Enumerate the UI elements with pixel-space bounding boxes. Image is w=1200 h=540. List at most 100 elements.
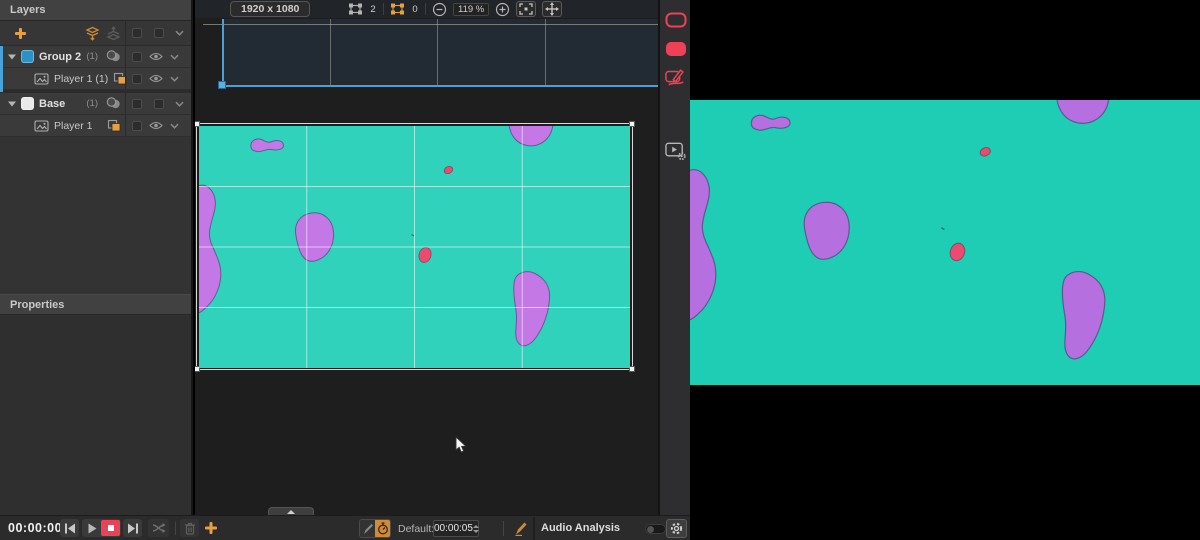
image-icon	[34, 73, 49, 85]
transport-bar: 00:00:00	[0, 515, 690, 540]
timecode: 00:00:00	[8, 521, 62, 535]
stop-button[interactable]	[101, 520, 120, 536]
properties-panel-header: Properties	[0, 294, 191, 315]
pen-mode-button[interactable]	[360, 520, 375, 537]
image-icon	[34, 120, 49, 132]
warp-quad-icon[interactable]	[348, 2, 363, 16]
layer-row-player-1-1[interactable]: Player 1 (1)	[0, 68, 191, 90]
properties-title: Properties	[10, 299, 64, 311]
solo-checkbox[interactable]	[132, 121, 142, 131]
rect-filled-tool[interactable]	[665, 41, 687, 57]
bring-forward-icon[interactable]	[106, 26, 121, 41]
group-color-swatch[interactable]	[21, 97, 34, 110]
bezier-count: 0	[411, 4, 419, 15]
expander-caret-icon[interactable]	[8, 101, 16, 107]
audio-analysis-toggle[interactable]	[645, 524, 666, 534]
timer-mode-button[interactable]	[375, 520, 390, 537]
group-label[interactable]: Group 2	[39, 51, 81, 63]
play-button[interactable]	[82, 519, 101, 537]
play-stop-group	[82, 519, 121, 537]
eye-icon[interactable]	[149, 74, 163, 83]
shuffle-button[interactable]	[148, 519, 169, 537]
group-color-swatch[interactable]	[21, 50, 34, 63]
solo-checkbox[interactable]	[132, 74, 142, 84]
solo-column-checkbox[interactable]	[132, 28, 142, 38]
layer-row-base[interactable]: Base (1)	[0, 93, 191, 115]
chevron-down-icon[interactable]	[170, 123, 179, 129]
warp-count: 2	[369, 4, 377, 15]
bezier-quad-icon[interactable]	[390, 2, 405, 16]
chevron-down-icon[interactable]	[170, 76, 179, 82]
default-duration-value[interactable]: 00:00:05	[434, 523, 473, 534]
media-settings-tool[interactable]	[665, 141, 687, 161]
zoom-level[interactable]: 119 %	[453, 3, 489, 16]
chevron-down-icon[interactable]	[175, 101, 184, 107]
toggle-knob	[647, 526, 654, 533]
mouse-cursor	[455, 436, 467, 454]
layers-panel-header: Layers	[0, 0, 191, 21]
surface-edge[interactable]	[222, 19, 224, 87]
output-preview	[690, 100, 1200, 385]
surface-gridline	[545, 19, 546, 86]
layer-row-player-1[interactable]: Player 1	[0, 115, 191, 137]
surface-gridline	[330, 19, 331, 86]
audio-analysis-label: Audio Analysis	[541, 522, 620, 534]
skip-end-button[interactable]	[123, 519, 142, 537]
group-label[interactable]: Base	[39, 98, 65, 110]
caret-up-icon	[287, 510, 295, 514]
delete-button[interactable]	[180, 519, 199, 537]
duration-stepper[interactable]	[473, 525, 481, 533]
skip-start-button[interactable]	[60, 519, 79, 537]
visibility-checkbox[interactable]	[154, 99, 164, 109]
player-label[interactable]: Player 1 (1)	[54, 73, 108, 85]
add-sequence-button[interactable]	[202, 519, 219, 537]
solo-checkbox[interactable]	[132, 99, 142, 109]
draw-shape-tool[interactable]	[665, 66, 687, 88]
blend-circles-icon[interactable]	[106, 97, 121, 110]
output-screen-surface[interactable]	[222, 19, 658, 86]
output-window	[690, 0, 1200, 540]
surface-corner-handle[interactable]	[218, 81, 226, 89]
default-duration-label: Default:	[398, 523, 434, 535]
chevron-down-icon[interactable]	[170, 54, 179, 60]
editor-viewport[interactable]: 1920 x 1080 2 0 119 %	[195, 0, 658, 515]
default-duration-field[interactable]: 00:00:05	[433, 520, 479, 537]
audio-settings-button[interactable]	[666, 519, 687, 538]
pan-tool-button[interactable]	[542, 1, 562, 17]
eye-icon[interactable]	[149, 52, 163, 61]
expander-caret-icon[interactable]	[8, 54, 16, 60]
resolution-badge[interactable]: 1920 x 1080	[230, 1, 310, 17]
layer-row-group-2[interactable]: Group 2 (1)	[0, 46, 191, 68]
visibility-column-checkbox[interactable]	[154, 28, 164, 38]
group-count: (1)	[86, 51, 101, 62]
player-label[interactable]: Player 1	[54, 120, 93, 132]
stop-icon	[108, 525, 114, 531]
layers-panel: Layers	[0, 0, 193, 515]
send-backward-icon[interactable]	[85, 26, 100, 41]
eye-icon[interactable]	[149, 121, 163, 130]
properties-panel-body	[0, 316, 191, 515]
fit-view-button[interactable]	[516, 1, 536, 17]
rect-outline-tool[interactable]	[665, 12, 687, 28]
composition-canvas[interactable]	[199, 126, 630, 368]
resolution-value: 1920 x 1080	[241, 3, 299, 15]
group-count: (1)	[86, 98, 101, 109]
blend-circles-icon[interactable]	[106, 50, 121, 63]
divider	[175, 522, 176, 535]
selection-stripe	[0, 46, 3, 92]
divider	[533, 517, 535, 540]
surface-gridline	[437, 19, 438, 86]
duration-mode-group	[359, 519, 391, 538]
layers-panel-title: Layers	[10, 4, 45, 16]
layers-icon[interactable]	[107, 119, 121, 132]
view-toolbar: 2 0 119 %	[348, 0, 562, 18]
zoom-in-icon[interactable]	[495, 2, 510, 17]
solo-checkbox[interactable]	[132, 52, 142, 62]
zoom-out-icon[interactable]	[432, 2, 447, 17]
add-layer-button[interactable]	[14, 27, 27, 40]
divider	[503, 521, 504, 536]
surface-edge[interactable]	[222, 85, 658, 87]
sequence-pen-icon[interactable]	[510, 519, 530, 537]
chevron-down-icon[interactable]	[175, 30, 184, 36]
app-window: Layers	[0, 0, 1200, 540]
